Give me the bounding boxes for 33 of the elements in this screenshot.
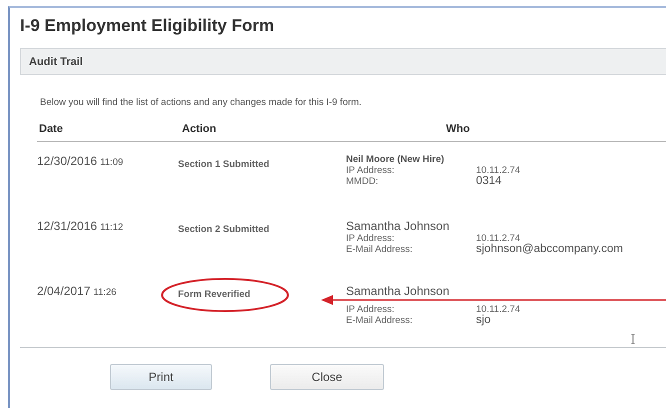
action-text: Form Reverified (178, 288, 250, 301)
detail-value: sjo (476, 315, 491, 326)
column-header: Action (181, 123, 218, 137)
date-text: 2/04/2017 (37, 284, 90, 298)
detail-label: IP Address: (346, 165, 396, 176)
detail-label: IP Address: (346, 304, 396, 315)
detail-value: sjohnson@abccompany.com (476, 244, 623, 255)
time-text: 11:12 (100, 222, 124, 233)
date-text: 12/30/2016 (37, 154, 98, 168)
column-header: Who (445, 123, 471, 137)
print-button[interactable]: Print (110, 364, 212, 390)
detail-value: 10.11.2.74 (476, 233, 520, 244)
detail-label: IP Address: (346, 233, 396, 244)
detail-label: E-Mail Address: (346, 244, 414, 255)
time-text: 11:26 (93, 287, 116, 298)
action-text: Section 1 Submitted (178, 158, 270, 171)
detail-label: E-Mail Address: (346, 315, 414, 326)
time-text: 11:09 (100, 157, 124, 168)
detail-value: 10.11.2.74 (476, 165, 520, 176)
window-title: I-9 Employment Eligibility Form (19, 15, 276, 37)
detail-value: 0314 (476, 176, 502, 187)
person-name: Samantha Johnson (346, 284, 450, 298)
section-title: Audit Trail (29, 56, 83, 68)
intro-text: Below you will find the list of actions and any changes made for this I-9 form. (39, 96, 363, 110)
action-text: Section 2 Submitted (178, 223, 270, 236)
detail-label: MMDD: (346, 176, 380, 187)
date-text: 12/31/2016 (37, 219, 98, 233)
person-name: Samantha Johnson (346, 219, 450, 233)
close-button[interactable]: Close (270, 364, 384, 390)
detail-value: 10.11.2.74 (476, 304, 520, 315)
column-header: Date (38, 123, 64, 137)
text-cursor-icon (631, 334, 635, 344)
person-name: Neil Moore (New Hire) (346, 154, 446, 165)
